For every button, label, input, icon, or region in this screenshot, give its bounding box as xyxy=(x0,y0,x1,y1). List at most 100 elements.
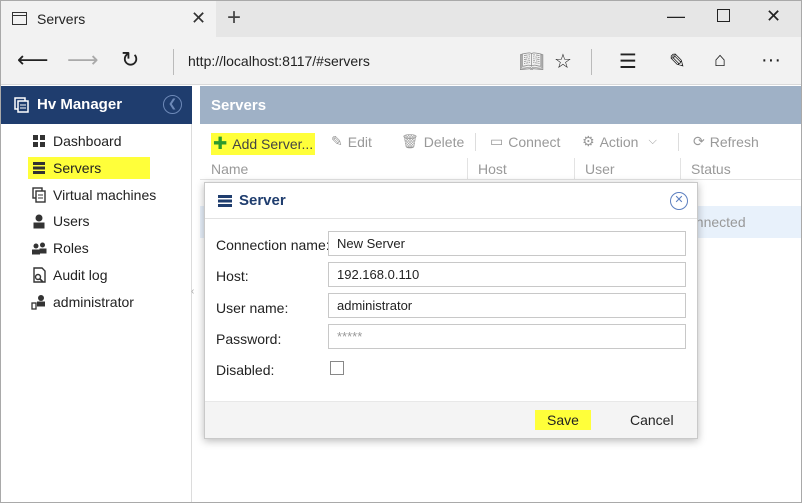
dialog-title: Server xyxy=(239,192,286,209)
sidebar-item-audit-log[interactable]: Audit log xyxy=(31,264,107,286)
hub-icon[interactable]: ☰ xyxy=(619,49,637,74)
password-input[interactable] xyxy=(328,324,686,349)
add-server-button[interactable]: ✚ Add Server... xyxy=(211,133,316,155)
vm-icon xyxy=(32,187,46,203)
close-window-icon[interactable]: ✕ xyxy=(766,6,781,27)
tab-title: Servers xyxy=(37,11,86,27)
divider xyxy=(173,49,174,75)
tab-bar: Servers ✕ + — ✕ xyxy=(1,1,801,37)
connect-label: Connect xyxy=(508,133,561,150)
sidebar-item-virtual-machines[interactable]: Virtual machines xyxy=(31,184,156,206)
logo-icon xyxy=(14,97,29,113)
favorite-star-icon[interactable]: ☆ xyxy=(554,49,572,74)
column-name[interactable]: Name xyxy=(211,161,248,177)
share-icon[interactable]: ⌂ xyxy=(714,49,726,72)
close-icon[interactable]: ✕ xyxy=(670,192,688,210)
server-icon xyxy=(33,162,45,174)
dialog-footer: Save Cancel xyxy=(205,401,697,438)
edit-label: Edit xyxy=(347,133,372,150)
column-status[interactable]: Status xyxy=(691,161,731,177)
dialog-header: Server ✕ xyxy=(205,183,697,219)
roles-icon xyxy=(32,242,47,255)
sidebar-item-label: Virtual machines xyxy=(53,187,157,203)
sidebar-item-label: Audit log xyxy=(53,267,108,283)
refresh-button[interactable]: ⟳ Refresh xyxy=(693,133,759,150)
splitter-handle-icon[interactable]: ‹ xyxy=(191,286,194,297)
refresh-icon[interactable]: ↻ xyxy=(121,47,139,73)
refresh-icon: ⟳ xyxy=(693,133,705,149)
action-button[interactable]: ⚙ Action ⌵ xyxy=(582,133,662,150)
sidebar-item-label: Servers xyxy=(53,160,102,176)
sidebar-item-label: Roles xyxy=(53,240,89,256)
host-label: Host: xyxy=(216,268,249,284)
connect-button[interactable]: ▭ Connect xyxy=(490,133,560,150)
account-icon xyxy=(31,295,45,310)
server-icon xyxy=(218,195,232,207)
chevron-down-icon: ⌵ xyxy=(648,135,657,147)
sidebar-item-servers[interactable]: Servers xyxy=(28,157,150,179)
maximize-icon[interactable] xyxy=(717,9,730,22)
disabled-checkbox[interactable] xyxy=(330,361,344,375)
sidebar-item-administrator[interactable]: administrator xyxy=(31,291,134,313)
refresh-label: Refresh xyxy=(709,133,759,150)
sidebar-item-users[interactable]: Users xyxy=(31,210,90,232)
divider xyxy=(574,158,575,180)
collapse-icon[interactable]: ❮ xyxy=(163,95,182,114)
divider xyxy=(680,158,681,180)
more-icon[interactable]: ··· xyxy=(761,49,781,72)
add-server-label: Add Server... xyxy=(232,136,314,152)
trash-icon: 🗑︎ xyxy=(401,133,419,149)
save-button[interactable]: Save xyxy=(535,410,591,430)
grid-header: Name Host User Status xyxy=(200,158,801,180)
monitor-icon: ▭ xyxy=(490,133,504,149)
dashboard-icon xyxy=(33,135,45,147)
sidebar-item-label: administrator xyxy=(53,294,134,310)
sidebar-item-label: Dashboard xyxy=(53,133,122,149)
sidebar-item-label: Users xyxy=(53,213,90,229)
edit-icon: ✎ xyxy=(331,133,343,149)
audit-icon xyxy=(33,267,46,283)
sidebar-item-roles[interactable]: Roles xyxy=(31,237,89,259)
column-user[interactable]: User xyxy=(585,161,615,177)
close-tab-icon[interactable]: ✕ xyxy=(191,8,206,29)
delete-label: Delete xyxy=(423,133,465,150)
address-bar[interactable]: http://localhost:8117/#servers xyxy=(188,53,370,69)
main-header: Servers xyxy=(200,86,801,124)
minimize-icon[interactable]: — xyxy=(667,6,685,27)
back-icon[interactable]: ⟵ xyxy=(17,47,49,73)
new-tab-icon[interactable]: + xyxy=(227,4,241,32)
connection-name-label: Connection name: xyxy=(216,237,330,253)
page-icon xyxy=(12,12,27,25)
gear-icon: ⚙ xyxy=(582,133,595,149)
divider xyxy=(591,49,592,75)
navigation-bar: ⟵ ⟶ ↻ http://localhost:8117/#servers 📖︎ … xyxy=(1,37,801,85)
browser-window: Servers ✕ + — ✕ ⟵ ⟶ ↻ http://localhost:8… xyxy=(0,0,802,503)
browser-tab[interactable]: Servers ✕ xyxy=(1,1,216,37)
connection-name-input[interactable] xyxy=(328,231,686,256)
divider xyxy=(678,133,679,151)
web-note-icon[interactable]: ✎ xyxy=(669,49,686,74)
server-dialog: Server ✕ Connection name: Host: User nam… xyxy=(204,182,698,439)
page-title: Servers xyxy=(211,97,267,114)
action-label: Action xyxy=(599,133,639,150)
edit-button[interactable]: ✎ Edit xyxy=(331,133,372,150)
username-label: User name: xyxy=(216,300,289,316)
disabled-label: Disabled: xyxy=(216,362,275,378)
user-icon xyxy=(33,214,45,229)
app-title: Hv Manager xyxy=(37,96,123,113)
divider xyxy=(467,158,468,180)
username-input[interactable] xyxy=(328,293,686,318)
sidebar-item-dashboard[interactable]: Dashboard xyxy=(31,130,122,152)
divider xyxy=(475,133,476,151)
column-host[interactable]: Host xyxy=(478,161,507,177)
cancel-button[interactable]: Cancel xyxy=(624,410,680,430)
plus-icon: ✚ xyxy=(213,134,228,153)
delete-button[interactable]: 🗑︎ Delete xyxy=(401,133,464,150)
password-label: Password: xyxy=(216,331,282,347)
sidebar: Hv Manager ❮ Dashboard Servers Virtual m… xyxy=(1,86,194,502)
toolbar: ✚ Add Server... ✎ Edit 🗑︎ Delete ▭ Conne… xyxy=(200,124,801,158)
sidebar-header: Hv Manager ❮ xyxy=(1,86,192,124)
forward-icon[interactable]: ⟶ xyxy=(67,47,99,73)
reading-view-icon[interactable]: 📖︎ xyxy=(519,49,544,74)
host-input[interactable] xyxy=(328,262,686,287)
